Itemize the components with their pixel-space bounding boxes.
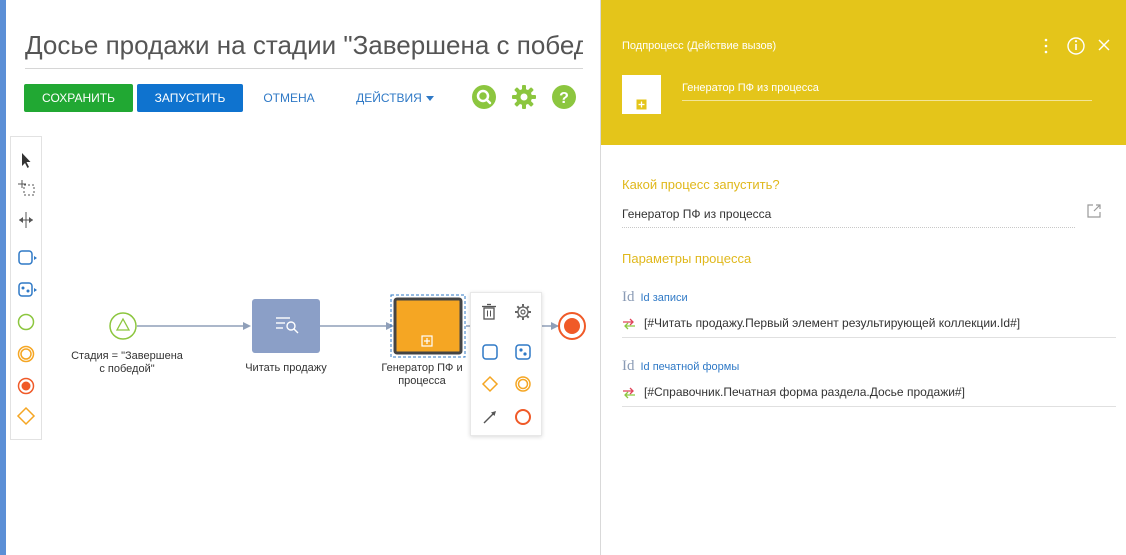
param-value-record-id[interactable]: [#Читать продажу.Первый элемент результи… [622, 316, 1116, 338]
add-subprocess-icon[interactable] [514, 343, 532, 361]
which-process-field[interactable]: Генератор ПФ из процесса [622, 207, 1075, 228]
start-event[interactable] [109, 312, 137, 340]
panel-header: Подпроцесс (Действие вызов) Генератор ПФ… [601, 0, 1126, 145]
panel-header-actions [1044, 37, 1110, 55]
close-icon [1098, 39, 1110, 51]
subprocess-node-selected[interactable] [390, 294, 466, 358]
process-params-label: Параметры процесса [622, 251, 752, 266]
which-process-label: Какой процесс запустить? [622, 177, 780, 192]
properties-panel: Подпроцесс (Действие вызов) Генератор ПФ… [601, 0, 1126, 555]
open-link-icon[interactable] [1087, 204, 1101, 218]
more-options-icon [1044, 38, 1048, 54]
id-param-icon: Id [622, 289, 635, 305]
info-icon [1067, 37, 1085, 55]
param-title-record-id: Id Id записи [622, 289, 688, 306]
start-event-label: Стадия = "Завершена с победой" [62, 350, 192, 376]
param-value-text: [#Читать продажу.Первый элемент результи… [644, 316, 1021, 330]
subprocess-label: Генератор ПФ и процесса [372, 362, 472, 388]
start-event-label-line1: Стадия = "Завершена [71, 350, 183, 362]
settings-gear-icon[interactable] [514, 303, 532, 321]
trash-icon[interactable] [481, 303, 497, 321]
process-diagram [109, 294, 586, 358]
mapping-icon [623, 387, 635, 399]
start-event-label-line2: с победой" [99, 363, 155, 375]
read-task-label: Читать продажу [245, 362, 327, 374]
designer-area: Досье продажи на стадии "Завершена с поб… [6, 0, 600, 555]
param-title-text: Id записи [640, 292, 688, 304]
add-end-event-icon[interactable] [514, 408, 532, 426]
panel-header-title: Подпроцесс (Действие вызов) [622, 40, 777, 52]
element-context-menu [470, 292, 542, 436]
subprocess-label-line1: Генератор ПФ и [381, 362, 463, 374]
param-title-text: Id печатной формы [640, 361, 740, 373]
param-value-text: [#Справочник.Печатная форма раздела.Дось… [644, 385, 965, 399]
param-value-print-form-id[interactable]: [#Справочник.Печатная форма раздела.Дось… [622, 385, 1116, 407]
subprocess-label-line2: процесса [398, 375, 446, 387]
add-gateway-icon[interactable] [481, 375, 499, 393]
element-thumbnail[interactable] [622, 75, 661, 114]
end-event[interactable] [558, 312, 586, 340]
read-data-task[interactable] [252, 299, 320, 353]
connector-arrow-icon[interactable] [481, 408, 499, 426]
param-title-print-form-id: Id Id печатной формы [622, 358, 739, 375]
add-intermediate-event-icon[interactable] [514, 375, 532, 393]
mapping-icon [623, 318, 635, 330]
id-param-icon: Id [622, 358, 635, 374]
subprocess-marker-icon [636, 99, 647, 110]
element-name-input[interactable]: Генератор ПФ из процесса [682, 82, 1092, 101]
add-task-icon[interactable] [481, 343, 499, 361]
